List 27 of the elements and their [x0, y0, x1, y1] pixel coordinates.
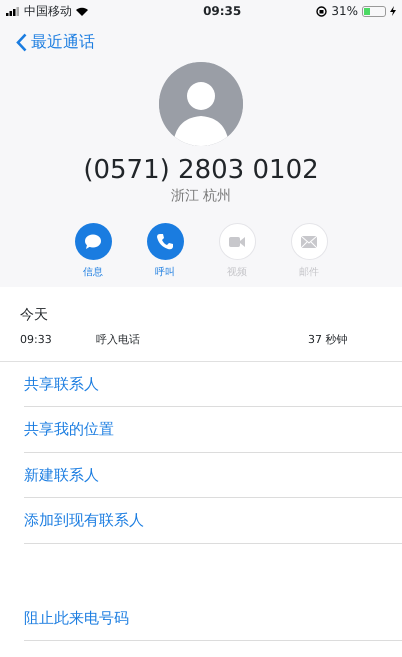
wifi-icon [76, 6, 88, 16]
message-icon [84, 232, 102, 250]
back-button[interactable]: 最近通话 [16, 30, 95, 54]
call-time: 09:33 [20, 332, 53, 348]
battery-percent: 31% [331, 3, 358, 20]
action-label: 信息 [83, 266, 103, 280]
date-heading: 今天 [20, 306, 49, 325]
battery-icon [362, 6, 386, 16]
contact-option-link[interactable]: 添加到现有联系人 [24, 498, 402, 544]
phone-icon [156, 232, 174, 250]
signal-icon [6, 6, 20, 16]
block-caller-link[interactable]: 阻止此来电号码 [24, 596, 402, 641]
number-location: 浙江 杭州 [170, 187, 232, 206]
action-label: 呼叫 [155, 266, 175, 280]
contact-option-link[interactable]: 共享我的位置 [24, 407, 402, 452]
contact-option-link[interactable]: 新建联系人 [24, 452, 402, 498]
call-type: 呼入电话 [96, 332, 141, 348]
phone-button[interactable] [146, 223, 184, 260]
back-chevron-icon [16, 32, 27, 52]
message-button[interactable] [74, 223, 112, 260]
contact-option-link[interactable]: 共享联系人 [24, 362, 402, 407]
charging-icon [390, 6, 396, 16]
carrier-name: 中国移动 [24, 3, 72, 20]
phone-number: (0571) 2803 0102 [83, 154, 319, 186]
lock-rotation-icon [316, 6, 328, 16]
call-duration: 37 秒钟 [308, 332, 348, 348]
status-time: 09:35 [203, 3, 242, 20]
